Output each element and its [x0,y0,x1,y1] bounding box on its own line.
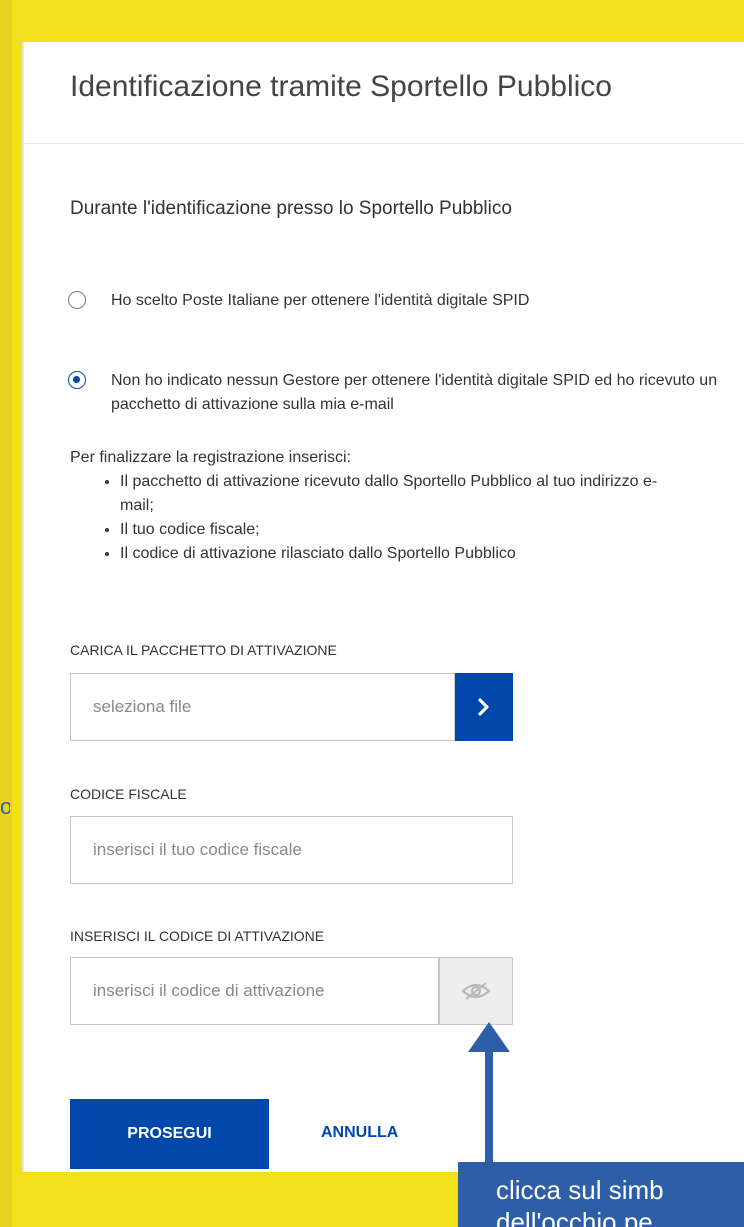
arrow-up-icon [468,1022,510,1052]
radio-button[interactable] [68,291,86,309]
package-label: CARICA IL PACCHETTO DI ATTIVAZIONE [70,642,337,658]
option-label: Ho scelto Poste Italiane per ottenere l'… [111,292,530,309]
pointer-arrow-shaft [485,1050,493,1162]
proceed-button[interactable]: PROSEGUI [70,1099,269,1169]
page-title: Identificazione tramite Sportello Pubbli… [70,70,612,103]
title-divider [24,143,744,144]
toggle-visibility-button[interactable] [439,957,513,1025]
list-item: Il tuo codice fiscale; [120,518,670,542]
fiscal-code-label: CODICE FISCALE [70,786,187,802]
callout-box: clicca sul simb dell'occhio pe [458,1162,744,1227]
list-item: Il pacchetto di attivazione ricevuto dal… [120,470,670,518]
callout-line-2: dell'occhio pe [496,1207,653,1227]
package-file-input[interactable] [71,674,454,740]
identification-panel: Identificazione tramite Sportello Pubbli… [22,42,744,1172]
radio-button-selected[interactable] [68,371,86,389]
instructions-intro: Per finalizzare la registrazione inseris… [70,449,351,466]
fiscal-code-field[interactable] [70,816,513,884]
callout-line-1: clicca sul simb [496,1175,664,1205]
select-file-button[interactable] [455,673,513,741]
instructions-list: Il pacchetto di attivazione ricevuto dal… [70,470,670,566]
border-strip [0,0,12,1227]
option-label: Non ho indicato nessun Gestore per otten… [111,372,718,413]
list-item: Il codice di attivazione rilasciato dall… [120,542,670,566]
option-no-provider[interactable]: Non ho indicato nessun Gestore per otten… [68,369,731,417]
activation-code-label: INSERISCI IL CODICE DI ATTIVAZIONE [70,928,325,944]
activation-code-input[interactable] [71,958,438,1024]
chevron-right-icon [478,698,489,716]
section-subtitle: Durante l'identificazione presso lo Spor… [70,198,512,219]
eye-slash-icon [461,982,491,1000]
fiscal-code-input[interactable] [71,817,512,883]
cancel-button[interactable]: ANNULLA [321,1124,398,1142]
package-file-field[interactable] [70,673,455,741]
option-poste-italiane[interactable]: Ho scelto Poste Italiane per ottenere l'… [68,289,671,313]
stray-circle-icon: o [0,797,10,817]
activation-code-field[interactable] [70,957,439,1025]
